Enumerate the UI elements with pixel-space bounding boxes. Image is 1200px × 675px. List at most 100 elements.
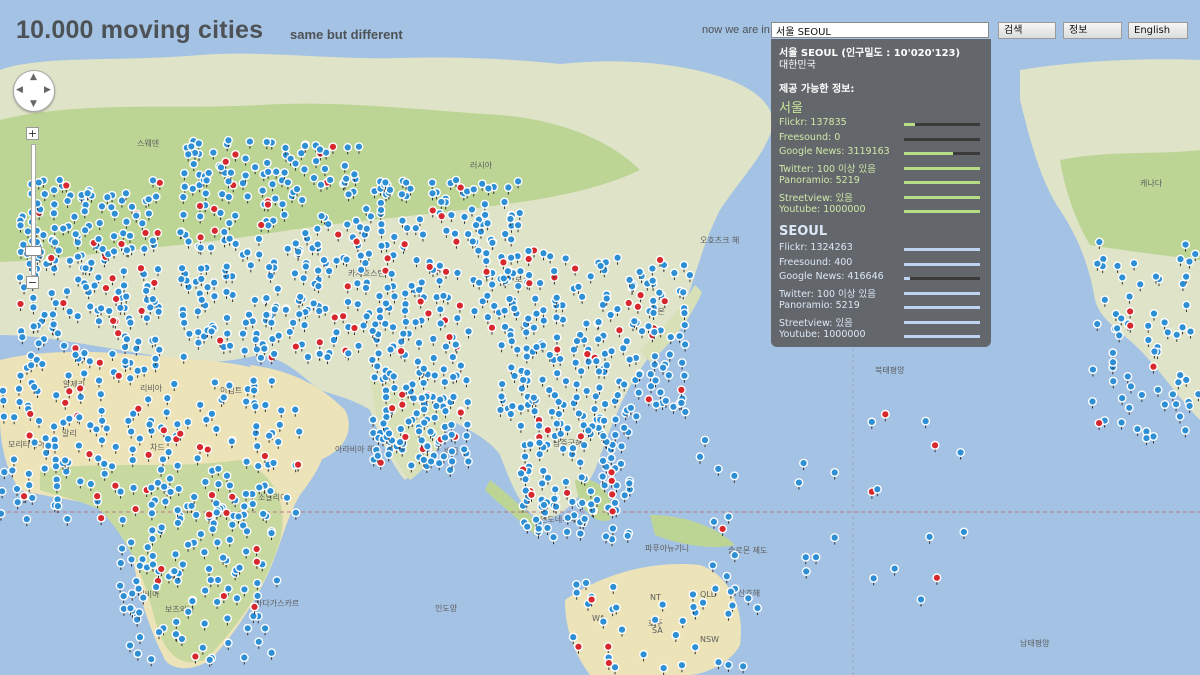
city-pin-head[interactable] [196, 274, 206, 284]
city-pin-head[interactable] [581, 319, 591, 329]
city-pin-head[interactable] [349, 169, 359, 179]
city-pin-head[interactable] [419, 364, 429, 374]
city-pin-head[interactable] [451, 175, 461, 185]
city-pin-head[interactable] [591, 391, 601, 401]
city-pin-head[interactable] [24, 480, 34, 490]
city-pin-head[interactable] [438, 291, 448, 301]
city-pin-head[interactable] [94, 316, 104, 326]
city-pin-head[interactable] [1116, 313, 1126, 323]
city-pin-head[interactable] [260, 400, 270, 410]
city-pin-head[interactable] [664, 370, 674, 380]
city-pin-head[interactable] [117, 544, 127, 554]
city-pin-head[interactable] [648, 276, 658, 286]
city-pin-head[interactable] [313, 281, 323, 291]
city-pin-head[interactable] [274, 331, 284, 341]
city-pin-head[interactable] [624, 478, 634, 488]
city-pin-head[interactable] [159, 425, 169, 435]
city-pin-head[interactable] [222, 313, 232, 323]
city-pin-head[interactable] [241, 547, 251, 557]
city-pin-head[interactable] [724, 512, 734, 522]
city-pin-head[interactable] [499, 197, 509, 207]
city-pin-head[interactable] [93, 272, 103, 282]
city-pin-head[interactable] [869, 573, 879, 583]
city-pin-head[interactable] [254, 637, 264, 647]
city-pin-head[interactable] [539, 500, 549, 510]
city-pin-head[interactable] [558, 444, 568, 454]
city-pin-head[interactable] [268, 179, 278, 189]
city-pin-head[interactable] [301, 262, 311, 272]
city-pin-head[interactable] [552, 419, 562, 429]
city-pin-head[interactable] [680, 320, 690, 330]
city-pin-head[interactable] [1100, 295, 1110, 305]
city-pin-head[interactable] [571, 358, 581, 368]
city-pin-head[interactable] [384, 449, 394, 459]
city-pin-head[interactable] [743, 593, 753, 603]
city-pin-head[interactable] [482, 267, 492, 277]
city-pin-head[interactable] [320, 164, 330, 174]
city-pin-head[interactable] [158, 454, 168, 464]
city-pin-head[interactable] [549, 266, 559, 276]
city-pin-head[interactable] [397, 390, 407, 400]
city-pin-head[interactable] [29, 321, 39, 331]
city-pin-head[interactable] [576, 431, 586, 441]
city-pin-head[interactable] [1135, 279, 1145, 289]
city-pin-head[interactable] [252, 557, 262, 567]
city-pin-head[interactable] [708, 560, 718, 570]
city-pin-head[interactable] [352, 237, 362, 247]
city-pin-head[interactable] [204, 510, 214, 520]
city-pin-head[interactable] [608, 524, 618, 534]
city-pin-head[interactable] [241, 154, 251, 164]
city-pin-head[interactable] [572, 379, 582, 389]
city-pin-head[interactable] [677, 660, 687, 670]
city-pin-head[interactable] [522, 368, 532, 378]
city-pin-head[interactable] [201, 188, 211, 198]
city-pin-head[interactable] [1114, 330, 1124, 340]
city-pin-head[interactable] [591, 356, 601, 366]
zoom-out-button[interactable]: − [26, 276, 39, 289]
city-pin-head[interactable] [178, 310, 188, 320]
city-pin-head[interactable] [516, 468, 526, 478]
city-pin-head[interactable] [500, 322, 510, 332]
city-pin-head[interactable] [648, 296, 658, 306]
city-pin-head[interactable] [144, 209, 154, 219]
world-map[interactable]: 스웨덴러시아카자흐스탄몽고중국일본오호츠크 해캐나다북태평양알제리리비아이집트모… [0, 0, 1200, 675]
city-pin-head[interactable] [259, 344, 269, 354]
city-pin-head[interactable] [531, 342, 541, 352]
city-pin-head[interactable] [156, 465, 166, 475]
city-pin-head[interactable] [1175, 370, 1185, 380]
city-pin-head[interactable] [425, 262, 435, 272]
city-pin-head[interactable] [710, 584, 720, 594]
city-pin-head[interactable] [324, 266, 334, 276]
city-pin-head[interactable] [570, 264, 580, 274]
city-pin-head[interactable] [9, 454, 19, 464]
city-pin-head[interactable] [204, 564, 214, 574]
city-pin-head[interactable] [669, 268, 679, 278]
city-pin-head[interactable] [487, 238, 497, 248]
city-pin-head[interactable] [319, 255, 329, 265]
city-pin-head[interactable] [239, 653, 249, 663]
city-pin-head[interactable] [227, 492, 237, 502]
city-pin-head[interactable] [461, 375, 471, 385]
city-pin-head[interactable] [73, 237, 83, 247]
city-pin-head[interactable] [260, 451, 270, 461]
city-pin-head[interactable] [206, 575, 216, 585]
city-pin-head[interactable] [128, 444, 138, 454]
city-pin-head[interactable] [12, 484, 22, 494]
city-pin-head[interactable] [331, 327, 341, 337]
city-pin-head[interactable] [263, 200, 273, 210]
city-pin-head[interactable] [333, 230, 343, 240]
city-pin-head[interactable] [222, 262, 232, 272]
city-pin-head[interactable] [119, 280, 129, 290]
city-pin-head[interactable] [368, 415, 378, 425]
city-pin-head[interactable] [1173, 377, 1183, 387]
city-pin-head[interactable] [481, 248, 491, 258]
city-pin-head[interactable] [1137, 390, 1147, 400]
city-pin-head[interactable] [111, 294, 121, 304]
city-pin-head[interactable] [111, 442, 121, 452]
city-pin-head[interactable] [376, 205, 386, 215]
city-pin-head[interactable] [283, 244, 293, 254]
city-pin-head[interactable] [480, 199, 490, 209]
city-pin-head[interactable] [451, 340, 461, 350]
city-pin-head[interactable] [86, 258, 96, 268]
city-pin-head[interactable] [507, 336, 517, 346]
